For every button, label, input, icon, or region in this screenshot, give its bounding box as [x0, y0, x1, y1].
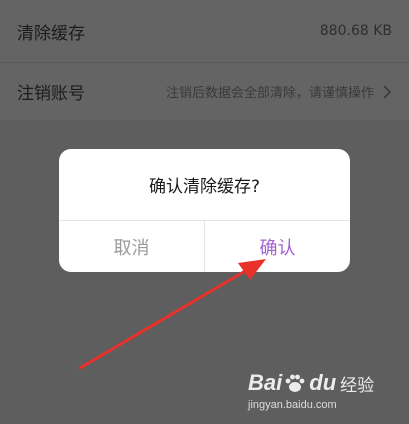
settings-list: 清除缓存 880.68 KB 注销账号 注销后数据会全部清除，请谨慎操作: [0, 0, 409, 120]
confirm-clear-cache-dialog: 确认清除缓存? 取消 确认: [59, 149, 350, 272]
clear-cache-row[interactable]: 清除缓存 880.68 KB: [0, 0, 409, 62]
delete-account-label: 注销账号: [17, 84, 85, 104]
watermark-brand-suffix: 经验: [340, 375, 375, 396]
dialog-buttons: 取消 确认: [59, 221, 350, 272]
cancel-button[interactable]: 取消: [59, 221, 205, 272]
confirm-button[interactable]: 确认: [205, 221, 350, 272]
delete-account-hint: 注销后数据会全部清除，请谨慎操作: [165, 86, 374, 101]
dialog-title: 确认清除缓存?: [59, 149, 350, 221]
baidu-paw-icon: [285, 374, 305, 392]
watermark-brand: Bai du 经验: [248, 370, 374, 396]
watermark-brand-du: du: [309, 370, 337, 395]
delete-account-row[interactable]: 注销账号 注销后数据会全部清除，请谨慎操作: [0, 62, 409, 120]
watermark-brand-bai: Bai: [248, 370, 283, 395]
chevron-right-icon: [383, 84, 392, 99]
cache-size-value: 880.68 KB: [319, 23, 392, 39]
baidu-jingyan-watermark: Bai du 经验 jingyan.baidu.com: [242, 368, 382, 414]
clear-cache-label: 清除缓存: [17, 23, 85, 44]
watermark-url: jingyan.baidu.com: [248, 399, 337, 411]
